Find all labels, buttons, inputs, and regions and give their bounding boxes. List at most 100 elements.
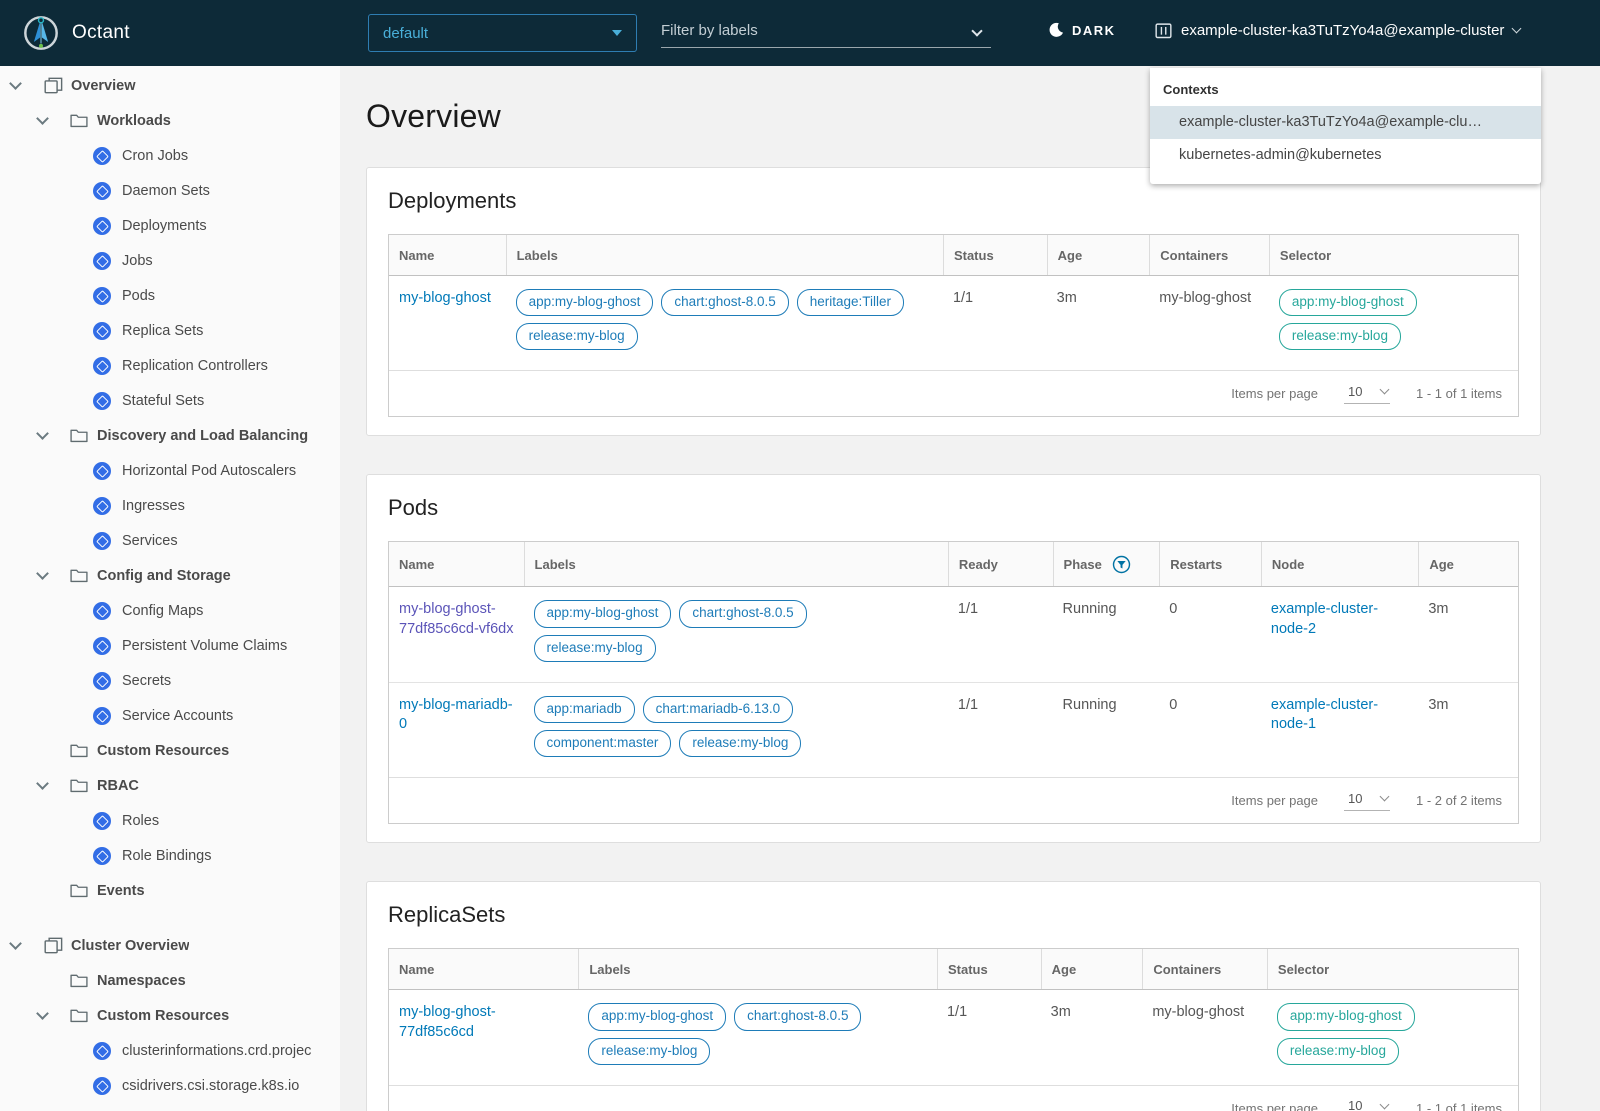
sidebar-item-events[interactable]: Events xyxy=(0,873,340,908)
column-header-labels: Labels xyxy=(523,542,948,587)
selector-pill: release:my-blog xyxy=(1276,1037,1399,1065)
filter-funnel-icon[interactable] xyxy=(1112,555,1131,574)
service-accounts-icon xyxy=(93,706,111,725)
table-row: my-blog-ghost app:my-blog-ghost chart:ghos… xyxy=(389,276,1518,371)
sidebar-item-replication-controllers[interactable]: Replication Controllers xyxy=(0,348,340,383)
pagination-footer: Items per page 10 1 - 1 of 1 items xyxy=(389,370,1518,417)
horizontal-pod-autoscalers-icon xyxy=(93,461,111,480)
sidebar-item-services[interactable]: Services xyxy=(0,523,340,558)
pagination-range-label: 1 - 1 of 1 items xyxy=(1416,1100,1502,1111)
datagrid-replicasets: Name Labels Status Age Containers Selector my-… xyxy=(388,948,1519,1111)
cell-link[interactable]: example-cluster-node-2 xyxy=(1271,601,1378,637)
sidebar-item-label: Role Bindings xyxy=(122,847,212,864)
sidebar-item-label: Jobs xyxy=(122,252,153,269)
cell-link[interactable]: my-blog-ghost-77df85c6cd-vf6dx xyxy=(399,601,513,637)
context-menu-item[interactable]: kubernetes-admin@kubernetes xyxy=(1150,139,1541,172)
table-cell: app:mariadb chart:mariadb-6.13.0 component… xyxy=(524,683,948,777)
table-cell: example-cluster-node-1 xyxy=(1261,683,1418,777)
sidebar-item-config-maps[interactable]: Config Maps xyxy=(0,593,340,628)
chevron-down-icon[interactable] xyxy=(9,937,27,950)
config-maps-icon xyxy=(93,601,111,620)
column-header-name: Name xyxy=(389,235,506,275)
namespace-selector[interactable]: default xyxy=(368,14,637,52)
chevron-down-icon[interactable] xyxy=(9,77,27,90)
sidebar-item-label: Persistent Volume Claims xyxy=(122,637,288,654)
items-per-page-label: Items per page xyxy=(1231,386,1319,402)
sidebar-item-rbac[interactable]: RBAC xyxy=(0,768,340,803)
chevron-down-icon[interactable] xyxy=(36,427,54,440)
table-cell: Running xyxy=(1062,696,1117,713)
cell-link[interactable]: example-cluster-node-1 xyxy=(1271,697,1378,733)
table-cell: 0 xyxy=(1169,601,1178,618)
stateful-sets-icon xyxy=(93,391,111,410)
cell-link[interactable]: my-blog-mariadb-0 xyxy=(399,697,513,733)
chevron-down-icon xyxy=(1511,23,1522,34)
sidebar-item-jobs[interactable]: Jobs xyxy=(0,243,340,278)
label-pill: chart:ghost-8.0.5 xyxy=(679,600,807,628)
context-menu-item[interactable]: example-cluster-ka3TuTzYo4a@example-clu… xyxy=(1150,106,1541,139)
page-size-value: 10 xyxy=(1348,790,1363,806)
page-size-select[interactable]: 10 xyxy=(1344,790,1391,811)
services-icon xyxy=(93,531,111,550)
sidebar-item-role-bindings[interactable]: Role Bindings xyxy=(0,838,340,873)
sidebar-item-custom-resources[interactable]: Custom Resources xyxy=(0,998,340,1033)
table-cell: app:my-blog-ghost chart:ghost-8.0.5 releas… xyxy=(524,587,948,681)
table-cell: my-blog-ghost xyxy=(1152,1004,1245,1021)
page-size-select[interactable]: 10 xyxy=(1344,383,1391,404)
applications-icon xyxy=(44,937,63,954)
chevron-down-icon[interactable] xyxy=(36,1007,54,1020)
sidebar-item-service-accounts[interactable]: Service Accounts xyxy=(0,698,340,733)
column-header-label: Containers xyxy=(1160,248,1229,263)
chevron-down-icon[interactable] xyxy=(971,24,983,37)
context-switcher[interactable]: example-cluster-ka3TuTzYo4a@example-clus… xyxy=(1155,22,1522,39)
column-header-label: Labels xyxy=(516,248,558,263)
namespace-value: default xyxy=(383,24,429,42)
label-pill: app:mariadb xyxy=(533,695,635,724)
chevron-down-icon[interactable] xyxy=(36,777,54,790)
sidebar-item-replica-sets[interactable]: Replica Sets xyxy=(0,313,340,348)
sidebar-item-csidrivers-csi-storage-k8s-io[interactable]: csidrivers.csi.storage.k8s.io xyxy=(0,1068,340,1103)
sidebar-item-roles[interactable]: Roles xyxy=(0,803,340,838)
sidebar-item-namespaces[interactable]: Namespaces xyxy=(0,963,340,998)
cell-link[interactable]: my-blog-ghost-77df85c6cd xyxy=(399,1004,496,1040)
page-size-value: 10 xyxy=(1348,383,1363,399)
section-title-replicasets: ReplicaSets xyxy=(388,902,506,928)
sidebar-item-cron-jobs[interactable]: Cron Jobs xyxy=(0,138,340,173)
sidebar-item-workloads[interactable]: Workloads xyxy=(0,103,340,138)
column-header-label: Age xyxy=(1057,248,1083,263)
sidebar-item-persistent-volume-claims[interactable]: Persistent Volume Claims xyxy=(0,628,340,663)
sidebar-item-custom-resources[interactable]: Custom Resources xyxy=(0,733,340,768)
brand: Octant xyxy=(0,14,340,52)
sidebar-item-ingresses[interactable]: Ingresses xyxy=(0,488,340,523)
chevron-down-icon[interactable] xyxy=(36,112,54,125)
label-pill: app:my-blog-ghost xyxy=(533,600,672,628)
folder-icon xyxy=(70,428,88,443)
column-header-label: Node xyxy=(1271,557,1305,573)
folder-icon xyxy=(70,568,88,583)
replication-controllers-icon xyxy=(93,356,111,375)
table-cell: my-blog-ghost-77df85c6cd xyxy=(389,990,578,1084)
sidebar-item-clusterinformations-crd-projec[interactable]: clusterinformations.crd.projec xyxy=(0,1033,340,1068)
sidebar-item-label: Ingresses xyxy=(122,497,185,514)
sidebar-item-daemon-sets[interactable]: Daemon Sets xyxy=(0,173,340,208)
sidebar-item-label: Service Accounts xyxy=(122,707,234,724)
cell-link[interactable]: my-blog-ghost xyxy=(399,290,491,306)
items-per-page-label: Items per page xyxy=(1231,793,1319,809)
sidebar-item-deployments[interactable]: Deployments xyxy=(0,208,340,243)
filter-labels-input[interactable] xyxy=(661,22,973,39)
table-cell: 0 xyxy=(1169,696,1178,713)
page-size-select[interactable]: 10 xyxy=(1344,1098,1390,1111)
table-row: my-blog-mariadb-0 app:mariadb chart:mariad… xyxy=(389,681,1518,778)
theme-toggle-button[interactable]: DARK xyxy=(1048,22,1116,38)
sidebar-item-cluster-overview[interactable]: Cluster Overview xyxy=(0,928,340,963)
sidebar-item-stateful-sets[interactable]: Stateful Sets xyxy=(0,383,340,418)
contexts-menu: Contexts example-cluster-ka3TuTzYo4a@exa… xyxy=(1150,68,1541,184)
sidebar-item-secrets[interactable]: Secrets xyxy=(0,663,340,698)
sidebar-item-config-and-storage[interactable]: Config and Storage xyxy=(0,558,340,593)
sidebar-item-discovery-and-load-balancing[interactable]: Discovery and Load Balancing xyxy=(0,418,340,453)
sidebar-item-horizontal-pod-autoscalers[interactable]: Horizontal Pod Autoscalers xyxy=(0,453,340,488)
chevron-down-icon[interactable] xyxy=(36,567,54,580)
sidebar-item-pods[interactable]: Pods xyxy=(0,278,340,313)
column-header-restarts: Restarts xyxy=(1159,542,1261,587)
sidebar-item-overview[interactable]: Overview xyxy=(0,68,340,103)
